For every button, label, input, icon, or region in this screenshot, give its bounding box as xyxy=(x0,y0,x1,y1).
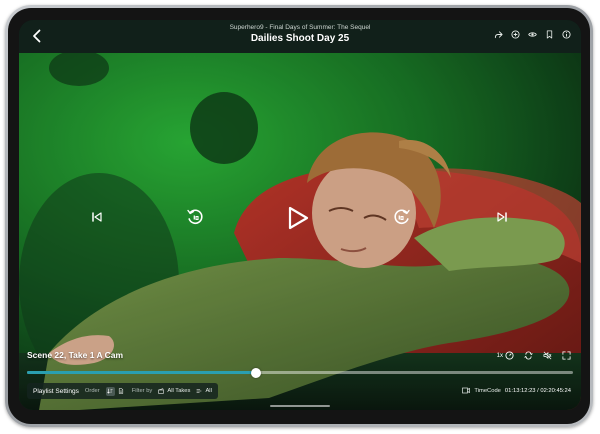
title-block: Superhero9 - Final Days of Summer: The S… xyxy=(159,23,441,45)
playlist-settings-label: Playlist Settings xyxy=(33,387,79,395)
timecode-value: 01:13:12:23 / 02:20:45:24 xyxy=(504,387,571,394)
scene-title: Scene 22, Take 1 A Cam xyxy=(27,350,124,360)
playlist-settings-bar: Playlist Settings Order Filter by All Ta… xyxy=(27,383,218,399)
eye-icon[interactable] xyxy=(528,30,537,39)
clapboard-icon xyxy=(158,388,165,394)
skip-next-icon[interactable] xyxy=(496,211,508,223)
progress-scrubber[interactable] xyxy=(251,367,262,378)
player-options: 1x xyxy=(497,351,571,360)
project-subtitle: Superhero9 - Final Days of Summer: The S… xyxy=(229,24,371,31)
mute-icon[interactable] xyxy=(543,351,552,360)
timecode-icon xyxy=(462,387,471,394)
layers-icon xyxy=(197,389,202,393)
play-icon[interactable] xyxy=(287,206,309,230)
all-label: All xyxy=(205,388,212,394)
rewind-icon[interactable] xyxy=(186,208,204,226)
share-icon[interactable] xyxy=(494,30,503,39)
bookmark-icon[interactable] xyxy=(545,30,554,39)
back-arrow-icon[interactable] xyxy=(29,28,45,44)
filter-label: Filter by xyxy=(131,388,153,394)
top-actions xyxy=(494,30,571,39)
progress-fill xyxy=(27,371,257,374)
timecode: TimeCode 01:13:12:23 / 02:20:45:24 xyxy=(462,387,571,394)
home-indicator[interactable] xyxy=(270,405,330,407)
timecode-label: TimeCode xyxy=(474,387,501,394)
order-sort-icon[interactable] xyxy=(105,386,115,396)
all-takes-label: All Takes xyxy=(167,388,191,394)
filter-all[interactable]: All xyxy=(196,388,212,394)
player-screen: Superhero9 - Final Days of Summer: The S… xyxy=(19,20,581,410)
filter-all-takes[interactable]: All Takes xyxy=(158,388,190,394)
order-toggle xyxy=(105,386,126,396)
playlist-title: Dailies Shoot Day 25 xyxy=(250,33,350,44)
skip-previous-icon[interactable] xyxy=(91,211,103,223)
add-circle-icon[interactable] xyxy=(511,30,520,39)
order-document-icon[interactable] xyxy=(117,387,126,396)
speed-gauge-icon xyxy=(505,351,514,360)
speed-label: 1x xyxy=(496,352,503,359)
speed-control[interactable]: 1x xyxy=(497,351,514,360)
order-label: Order xyxy=(84,388,100,394)
progress-bar[interactable] xyxy=(27,367,573,378)
fast-forward-icon[interactable] xyxy=(393,208,411,226)
loop-icon[interactable] xyxy=(524,351,533,360)
info-icon[interactable] xyxy=(562,30,571,39)
fullscreen-icon[interactable] xyxy=(562,351,571,360)
top-bar: Superhero9 - Final Days of Summer: The S… xyxy=(19,20,581,53)
